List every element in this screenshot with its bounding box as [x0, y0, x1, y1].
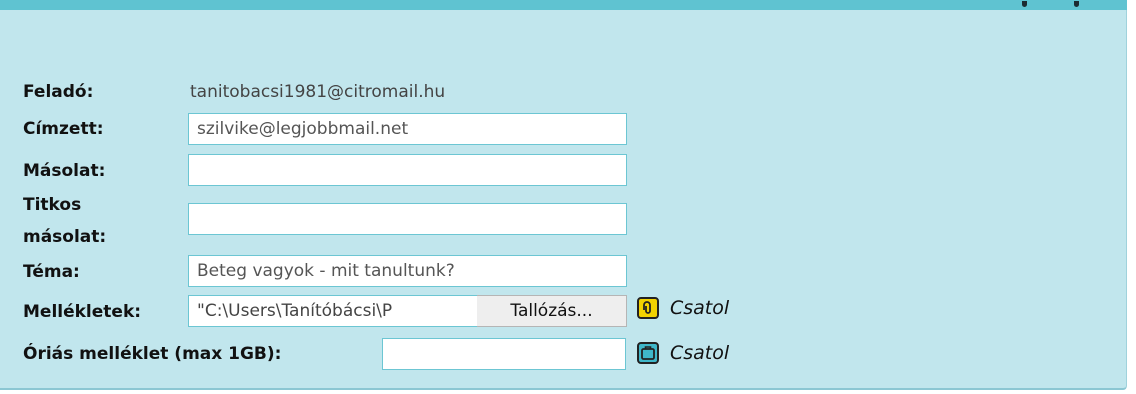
giant-attachment-label: Óriás melléklet (max 1GB): — [23, 344, 282, 364]
to-label: Címzett: — [23, 119, 104, 139]
top-bar-mark — [1074, 1, 1079, 7]
briefcase-icon[interactable] — [637, 342, 659, 364]
paperclip-icon[interactable] — [637, 297, 659, 319]
bcc-field[interactable] — [188, 203, 627, 235]
top-bar-mark — [1022, 1, 1027, 7]
compose-panel: Feladó: tanitobacsi1981@citromail.hu Cím… — [0, 0, 1127, 390]
top-bar — [0, 0, 1127, 10]
top-bar-marks — [1010, 0, 1090, 8]
sender-value: tanitobacsi1981@citromail.hu — [190, 82, 446, 102]
subject-label: Téma: — [23, 262, 80, 282]
file-path-field[interactable]: "C:\Users\Tanítóbácsi\P — [188, 295, 478, 327]
attach-link[interactable]: Csatol — [670, 297, 729, 319]
bcc-label-line2: másolat: — [23, 227, 107, 247]
cc-field[interactable] — [188, 154, 627, 186]
cc-label: Másolat: — [23, 161, 106, 181]
to-field[interactable]: szilvike@legjobbmail.net — [188, 113, 627, 145]
subject-field[interactable]: Beteg vagyok - mit tanultunk? — [188, 255, 627, 287]
browse-button[interactable]: Tallózás... — [477, 295, 627, 327]
giant-attach-link[interactable]: Csatol — [670, 342, 729, 364]
bcc-label-line1: Titkos — [23, 195, 82, 215]
attachments-label: Mellékletek: — [23, 302, 142, 322]
giant-attachment-field[interactable] — [382, 338, 626, 370]
sender-label: Feladó: — [23, 82, 94, 102]
